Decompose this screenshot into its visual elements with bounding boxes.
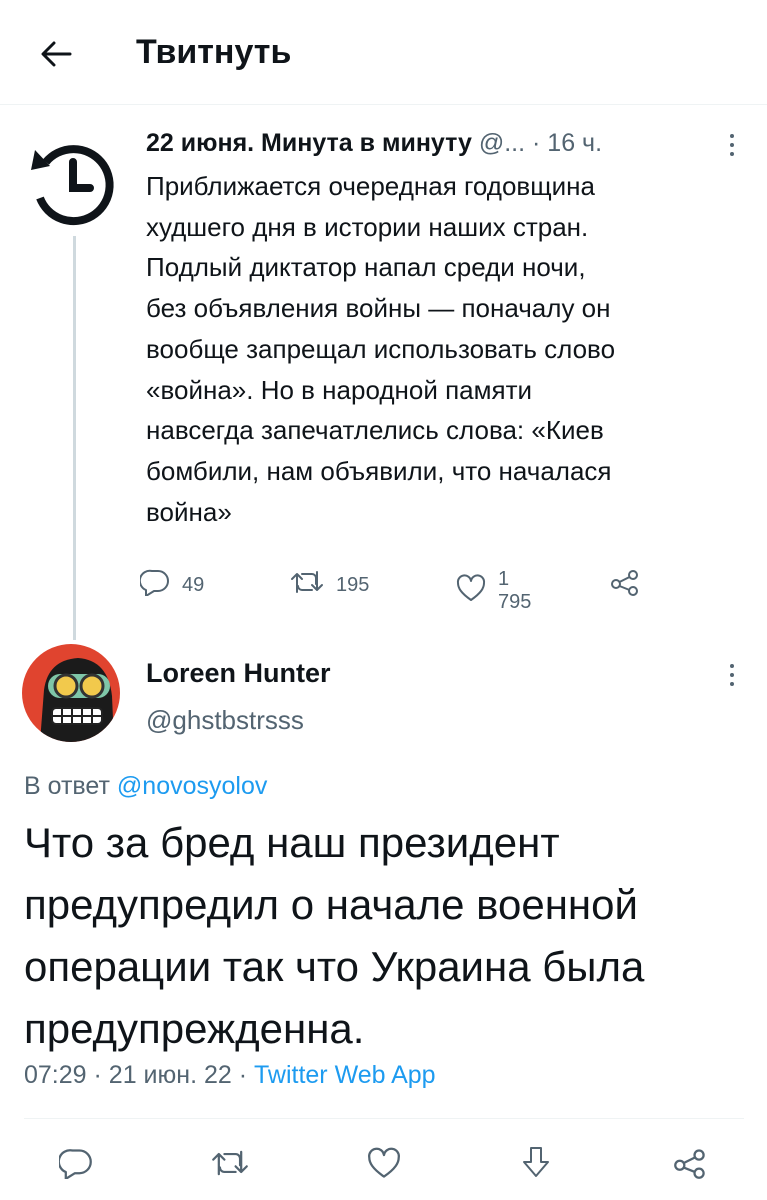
share-button[interactable] — [610, 568, 640, 602]
more-icon[interactable] — [722, 130, 742, 160]
divider — [24, 1118, 744, 1119]
reply-count: 49 — [182, 573, 205, 596]
reply-icon[interactable] — [56, 1143, 96, 1183]
back-arrow-icon[interactable] — [36, 34, 76, 74]
quoted-tweet-text: Приближается очередная годовщина худшего… — [146, 171, 616, 527]
reply-to-link[interactable]: @novosyolov — [117, 772, 267, 800]
reply-icon — [138, 568, 170, 602]
more-icon[interactable] — [722, 660, 742, 690]
like-button[interactable]: 1 795 — [456, 568, 531, 614]
quoted-author-handle[interactable]: @... — [479, 129, 525, 157]
retweet-count: 195 — [336, 573, 370, 596]
history-clock-icon[interactable] — [26, 136, 120, 230]
author-handle[interactable]: @ghstbstrsss — [146, 702, 304, 738]
author-name[interactable]: Loreen Hunter — [146, 656, 331, 690]
tweet-date[interactable]: 21 июн. 22 — [109, 1061, 232, 1089]
retweet-button[interactable]: 195 — [290, 568, 369, 602]
reply-button[interactable]: 49 — [138, 568, 205, 602]
meta-separator: · — [93, 1061, 109, 1089]
tweet-source[interactable]: Twitter Web App — [254, 1061, 436, 1089]
share-icon — [610, 568, 640, 602]
page-title: Твитнуть — [136, 33, 292, 71]
avatar[interactable] — [22, 644, 120, 742]
tweet-time[interactable]: 07:29 — [24, 1061, 87, 1089]
bookmark-icon[interactable] — [516, 1143, 556, 1183]
top-bar — [0, 0, 767, 105]
quoted-author-line[interactable]: 22 июня. Минута в минуту @... · 16 ч. — [146, 126, 602, 160]
tweet-text: Что за бред наш президент предупредил о … — [24, 819, 645, 1052]
quoted-author-name[interactable]: 22 июня. Минута в минуту — [146, 129, 472, 157]
quoted-time[interactable]: · 16 ч. — [532, 129, 602, 157]
tweet-action-bar — [0, 1135, 767, 1195]
thread-line — [73, 236, 76, 640]
meta-separator: · — [238, 1061, 255, 1089]
like-icon[interactable] — [364, 1143, 404, 1183]
share-icon[interactable] — [670, 1143, 710, 1183]
reply-prefix: В ответ — [24, 772, 110, 800]
retweet-icon[interactable] — [210, 1143, 250, 1183]
like-count: 1 795 — [498, 568, 532, 613]
retweet-icon — [290, 568, 324, 602]
like-icon — [456, 574, 486, 608]
tweet-meta: 07:29 · 21 июн. 22 · Twitter Web App — [24, 1057, 436, 1093]
reply-context: В ответ @novosyolov — [24, 768, 267, 804]
